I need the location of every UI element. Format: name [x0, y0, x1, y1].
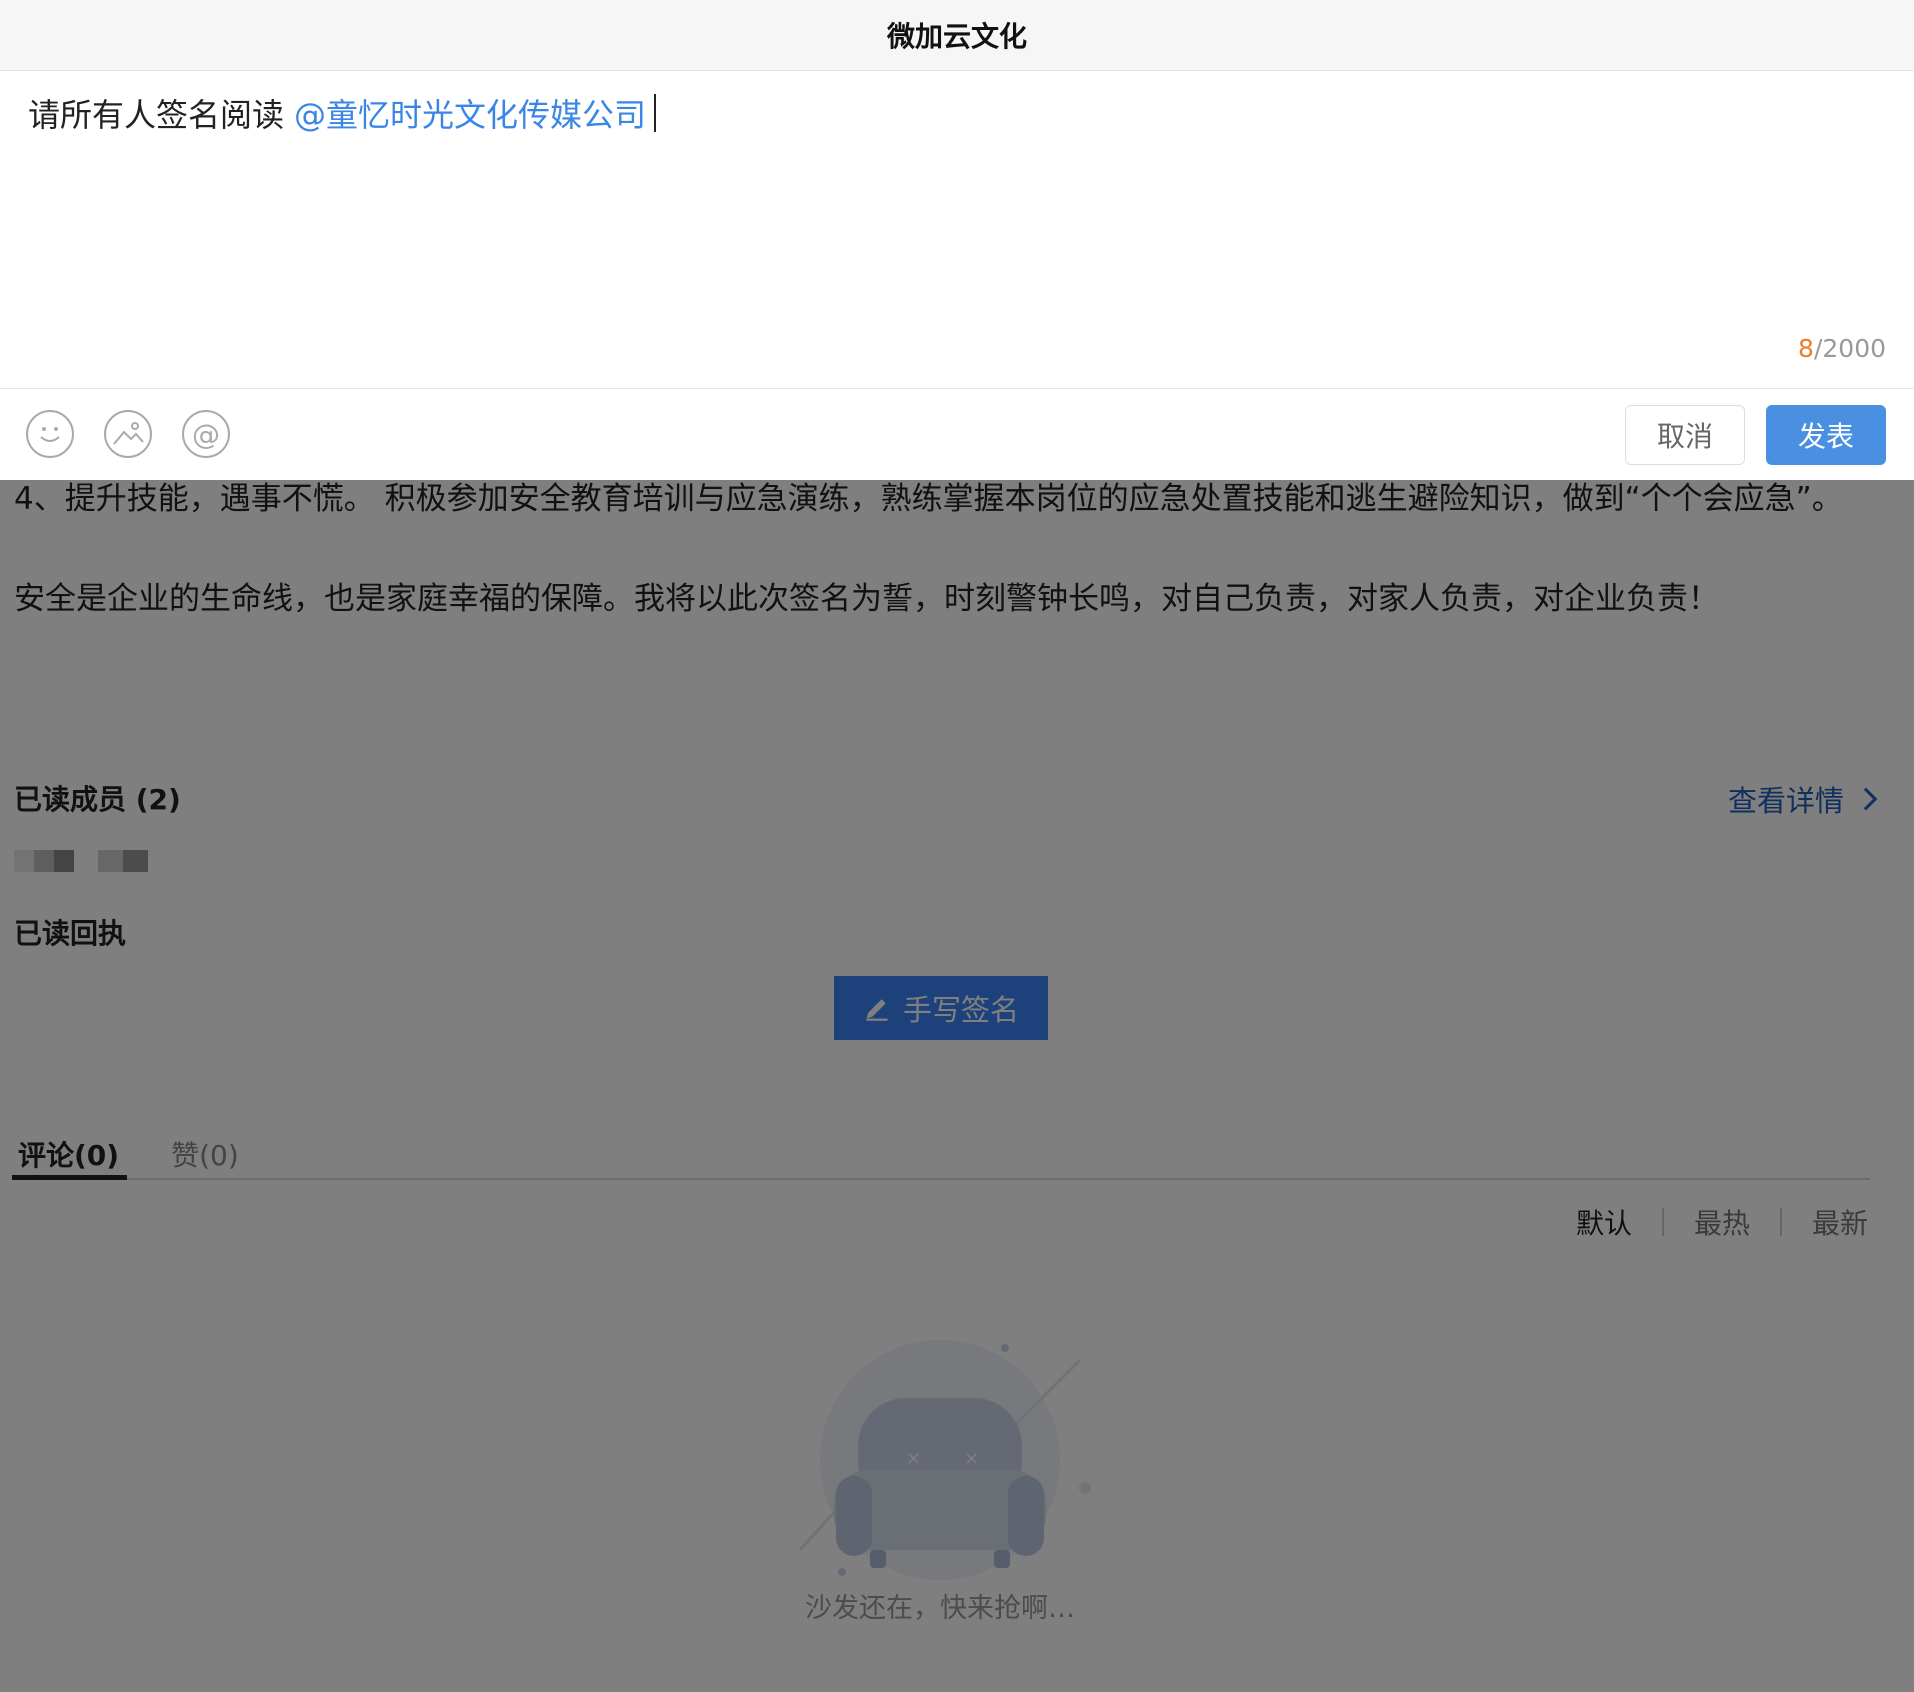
char-count-current: 8 — [1798, 334, 1814, 363]
post-button[interactable]: 发表 — [1766, 405, 1886, 465]
text-caret — [654, 94, 657, 132]
char-count-max: /2000 — [1813, 334, 1886, 363]
page-title: 微加云文化 — [0, 0, 1914, 71]
cancel-button[interactable]: 取消 — [1625, 405, 1745, 465]
char-counter: 8/2000 — [1798, 334, 1886, 363]
composer-toolbar: @ 取消 发表 — [0, 388, 1914, 480]
comment-composer: 微加云文化 请所有人签名阅读 @童忆时光文化传媒公司 8/2000 @ 取消 发… — [0, 0, 1914, 480]
image-icon[interactable] — [104, 410, 152, 458]
emoji-icon[interactable] — [26, 410, 74, 458]
mention-tag[interactable]: @童忆时光文化传媒公司 — [294, 90, 646, 136]
at-icon[interactable]: @ — [182, 410, 230, 458]
comment-input[interactable]: 请所有人签名阅读 @童忆时光文化传媒公司 — [28, 90, 657, 136]
comment-text: 请所有人签名阅读 — [28, 96, 285, 134]
